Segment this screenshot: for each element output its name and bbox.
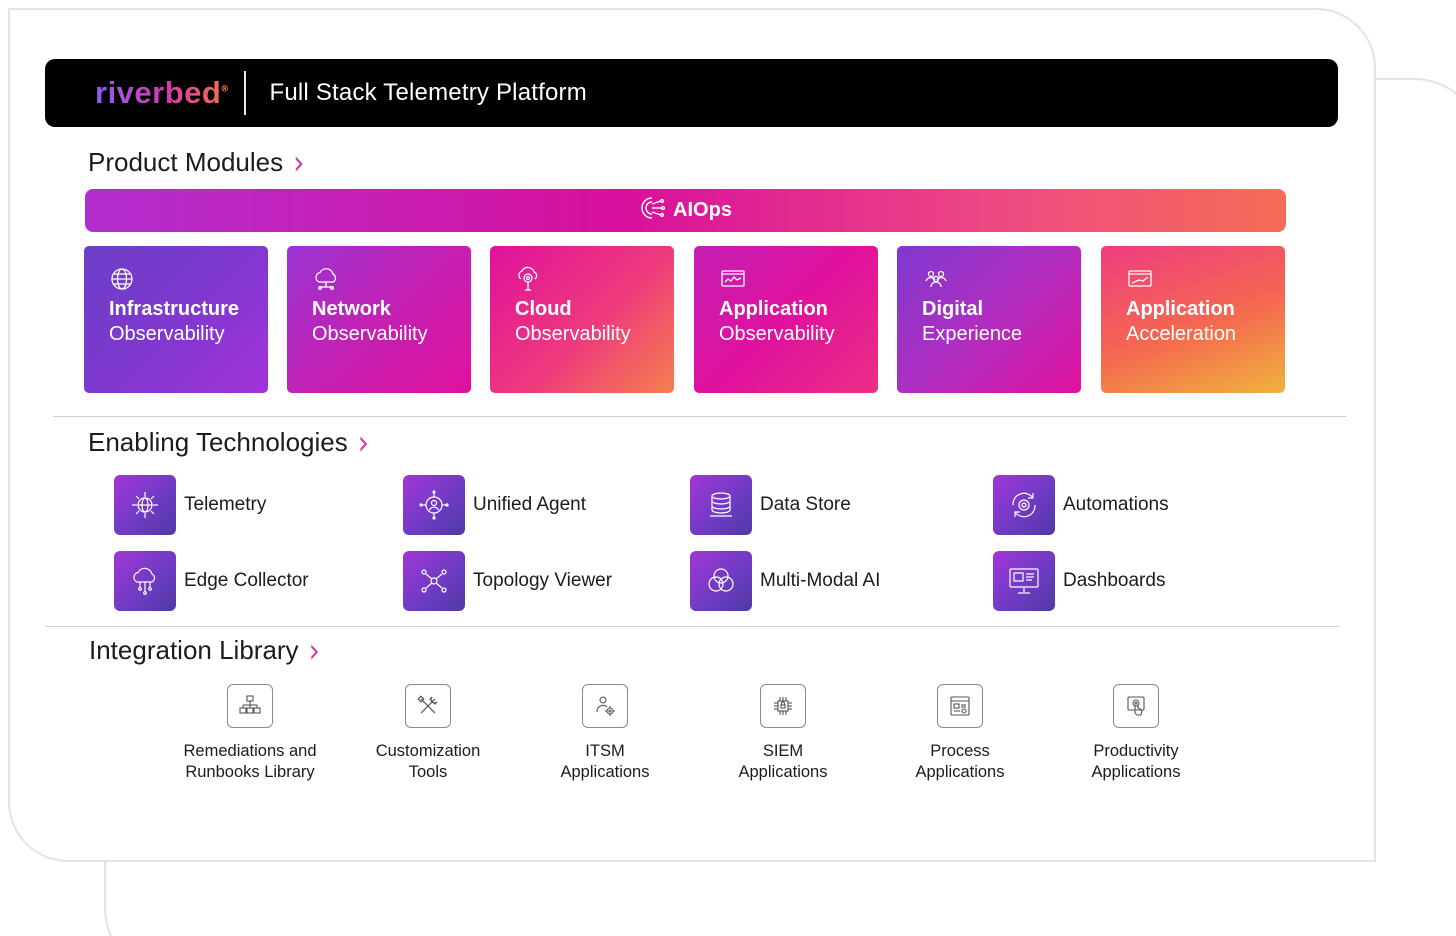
logo-divider: [244, 71, 247, 115]
module-subtitle: Acceleration: [1126, 323, 1237, 345]
section-divider: [53, 416, 1346, 417]
hierarchy-icon: [227, 684, 273, 728]
tech-multi-modal-ai[interactable]: Multi-Modal AI: [690, 551, 880, 611]
tools-icon: [405, 684, 451, 728]
aiops-label: AIOps: [673, 199, 732, 221]
enabling-technologies-title: Enabling Technologies: [88, 427, 348, 457]
service-user-icon: [582, 684, 628, 728]
security-chip-icon: [760, 684, 806, 728]
product-modules-heading[interactable]: Product Modules ›: [88, 143, 304, 183]
chevron-right-icon: ›: [293, 142, 305, 183]
module-digital-experience[interactable]: Digital Experience: [897, 246, 1081, 393]
integration-label: Remediations and Runbooks Library: [183, 742, 317, 781]
module-application-observability[interactable]: Application Observability: [694, 246, 878, 393]
tech-unified-agent[interactable]: Unified Agent: [403, 475, 586, 535]
module-title: Network: [312, 298, 391, 320]
globe-icon: [109, 266, 137, 294]
module-application-acceleration[interactable]: Application Acceleration: [1101, 246, 1285, 393]
cloud-search-icon: [515, 266, 543, 294]
topology-icon: [403, 551, 465, 611]
gear-cycle-icon: [993, 475, 1055, 535]
integration-label: SIEM Applications: [738, 742, 828, 781]
app-monitor-icon: [719, 266, 747, 294]
telemetry-icon: [114, 475, 176, 535]
integration-siem-applications[interactable]: SIEM Applications: [688, 684, 878, 783]
riverbed-logo: riverbed®: [95, 75, 229, 110]
module-subtitle: Observability: [312, 323, 428, 345]
chevron-right-icon: ›: [308, 630, 320, 671]
integration-label: Process Applications: [915, 742, 1005, 781]
tech-label: Data Store: [760, 494, 851, 515]
tech-data-store[interactable]: Data Store: [690, 475, 851, 535]
integration-process-applications[interactable]: Process Applications: [865, 684, 1055, 783]
module-title: Digital: [922, 298, 984, 320]
tech-telemetry[interactable]: Telemetry: [114, 475, 266, 535]
platform-title: Full Stack Telemetry Platform: [269, 79, 587, 106]
tech-edge-collector[interactable]: Edge Collector: [114, 551, 309, 611]
database-icon: [690, 475, 752, 535]
tech-label: Multi-Modal AI: [760, 570, 881, 591]
agent-icon: [403, 475, 465, 535]
dashboard-icon: [993, 551, 1055, 611]
integration-label: Customization Tools: [375, 742, 481, 781]
touch-screen-icon: [1113, 684, 1159, 728]
tech-label: Topology Viewer: [473, 570, 613, 591]
integration-remediations-runbooks[interactable]: Remediations and Runbooks Library: [155, 684, 345, 783]
tech-label: Edge Collector: [184, 570, 309, 591]
integration-label: Productivity Applications: [1091, 742, 1181, 781]
integration-customization-tools[interactable]: Customization Tools: [333, 684, 523, 783]
module-title: Application: [1126, 298, 1235, 320]
module-cloud-observability[interactable]: Cloud Observability: [490, 246, 674, 393]
cloud-network-icon: [312, 266, 340, 294]
integration-library-heading[interactable]: Integration Library ›: [89, 631, 320, 671]
process-doc-icon: [937, 684, 983, 728]
product-modules-title: Product Modules: [88, 147, 284, 177]
module-subtitle: Observability: [109, 323, 225, 345]
users-icon: [922, 266, 950, 294]
tech-automations[interactable]: Automations: [993, 475, 1169, 535]
module-subtitle: Observability: [515, 323, 631, 345]
product-modules-grid: Infrastructure Observability Network Obs…: [84, 246, 1286, 393]
aiops-bar[interactable]: AIOps: [85, 189, 1286, 232]
module-subtitle: Experience: [922, 323, 1023, 345]
tech-dashboards[interactable]: Dashboards: [993, 551, 1165, 611]
integration-itsm-applications[interactable]: ITSM Applications: [510, 684, 700, 783]
tech-topology-viewer[interactable]: Topology Viewer: [403, 551, 612, 611]
edge-cloud-icon: [114, 551, 176, 611]
tech-label: Telemetry: [184, 494, 267, 515]
tech-label: Dashboards: [1063, 570, 1166, 591]
module-network-observability[interactable]: Network Observability: [287, 246, 471, 393]
module-title: Cloud: [515, 298, 572, 320]
chevron-right-icon: ›: [357, 422, 369, 463]
integration-library-title: Integration Library: [89, 635, 299, 665]
enabling-technologies-heading[interactable]: Enabling Technologies ›: [88, 423, 369, 463]
header-bar: riverbed® Full Stack Telemetry Platform: [45, 59, 1338, 127]
section-divider: [46, 626, 1339, 627]
tech-label: Unified Agent: [473, 494, 587, 515]
module-subtitle: Observability: [719, 323, 835, 345]
module-title: Infrastructure: [109, 298, 240, 320]
speed-chart-icon: [1126, 266, 1154, 294]
venn-icon: [690, 551, 752, 611]
tech-label: Automations: [1063, 494, 1169, 515]
integration-label: ITSM Applications: [560, 742, 650, 781]
integration-productivity-applications[interactable]: Productivity Applications: [1041, 684, 1231, 783]
module-title: Application: [719, 298, 828, 320]
ai-brain-icon: [639, 195, 666, 227]
module-infrastructure-observability[interactable]: Infrastructure Observability: [84, 246, 268, 393]
